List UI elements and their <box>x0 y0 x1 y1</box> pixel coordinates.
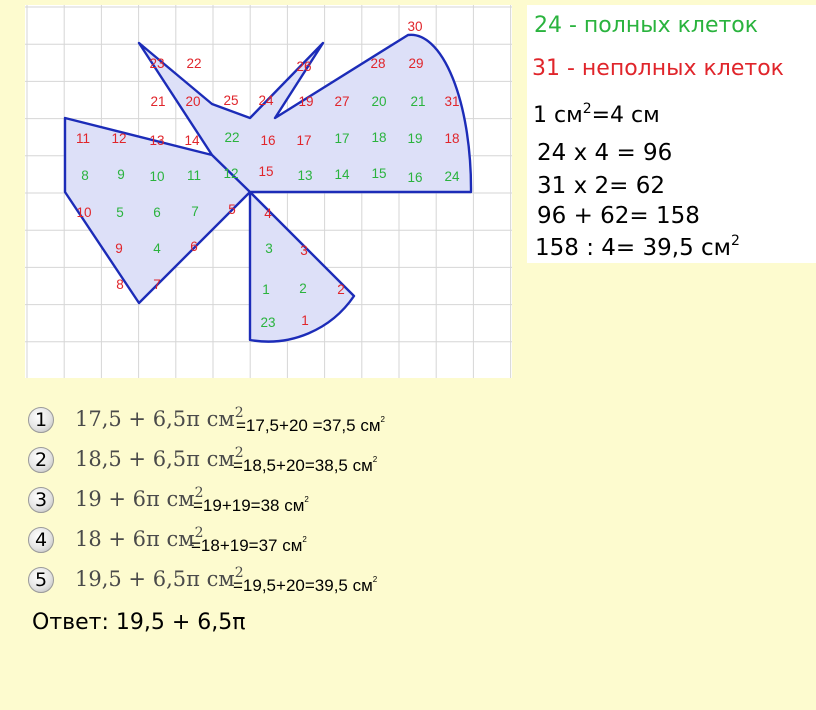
cell-number-label: 2 <box>299 281 307 296</box>
cell-number-label: 4 <box>153 241 161 256</box>
unit-base: 1 см <box>533 103 583 128</box>
cell-number-label: 3 <box>265 241 273 256</box>
calc-line-full: 24 x 4 = 96 <box>537 140 673 166</box>
calc-line-sum: 96 + 62= 158 <box>537 203 700 229</box>
cell-number-label: 19 <box>298 94 313 109</box>
calc-line-result: 158 : 4= 39,5 см2 <box>535 233 740 261</box>
cell-number-label: 1 <box>301 313 309 328</box>
grid-figure: 3023 22 26 28 2921 20 25 24 19 27 20 21 3111 12 13 14 22… <box>25 5 512 378</box>
option-result: =18+19=37 см2 <box>191 535 307 555</box>
cell-number-label: 14 <box>334 167 350 182</box>
cell-number-label: 17 <box>296 133 311 148</box>
unit-conversion: 1 см2=4 см <box>533 101 660 128</box>
option-number-badge: 2 <box>28 447 54 473</box>
cell-number-label: 22 <box>186 56 201 71</box>
cell-number-label: 18 <box>371 130 386 145</box>
cell-number-label: 24 <box>258 93 274 108</box>
option-result: =17,5+20 =37,5 см2 <box>236 415 385 435</box>
cell-number-label: 19 <box>407 131 422 146</box>
option-formula: 18,5 + 6,5π см2 <box>75 445 244 471</box>
cell-number-label: 23 <box>149 56 164 71</box>
cell-number-label: 8 <box>116 277 124 292</box>
cell-number-label: 28 <box>370 56 385 71</box>
cell-number-label: 13 <box>149 133 164 148</box>
cell-number-label: 6 <box>190 239 198 254</box>
cell-number-label: 31 <box>444 94 459 109</box>
cell-number-label: 17 <box>334 131 349 146</box>
partial-cells-count: 31 - неполных клеток <box>532 56 784 81</box>
cell-number-label: 14 <box>184 133 200 148</box>
calc-line-partial: 31 x 2= 62 <box>537 173 665 199</box>
cell-number-label: 21 <box>410 94 425 109</box>
cell-number-label: 12 <box>223 166 238 181</box>
cell-number-label: 10 <box>149 169 164 184</box>
full-cells-count: 24 - полных клеток <box>534 13 759 38</box>
cell-number-label: 9 <box>115 241 123 256</box>
cell-number-label: 20 <box>371 94 386 109</box>
cell-number-label: 29 <box>408 56 423 71</box>
cell-number-label: 27 <box>334 94 349 109</box>
option-formula: 19 + 6π см2 <box>75 485 204 511</box>
option-formula: 18 + 6π см2 <box>75 525 204 551</box>
cell-number-label: 5 <box>228 202 236 217</box>
unit-exponent: 2 <box>582 101 592 117</box>
cell-number-label: 2 <box>337 282 345 297</box>
option-number-badge: 4 <box>28 527 54 553</box>
option-formula: 17,5 + 6,5π см2 <box>75 405 244 431</box>
result-exponent: 2 <box>731 233 740 249</box>
final-answer: Ответ: 19,5 + 6,5π <box>32 610 246 635</box>
option-formula: 19,5 + 6,5π см2 <box>75 565 244 591</box>
cell-number-label: 7 <box>153 277 161 292</box>
cell-number-label: 6 <box>153 205 161 220</box>
cell-number-label: 12 <box>111 131 126 146</box>
cell-number-label: 13 <box>297 168 312 183</box>
unit-rest: =4 см <box>591 103 660 128</box>
cell-number-label: 7 <box>191 204 199 219</box>
cell-number-label: 11 <box>187 168 201 183</box>
cell-number-label: 21 <box>150 94 165 109</box>
cell-number-label: 1 <box>262 282 270 297</box>
cell-number-label: 8 <box>81 168 89 183</box>
cell-number-label: 24 <box>444 169 460 184</box>
cell-number-label: 3 <box>300 243 308 258</box>
cell-number-label: 10 <box>76 205 91 220</box>
cell-number-label: 30 <box>407 19 422 34</box>
cell-number-label: 16 <box>407 170 422 185</box>
cell-number-label: 11 <box>76 131 90 146</box>
option-number-badge: 5 <box>28 567 54 593</box>
cell-number-label: 20 <box>185 94 200 109</box>
option-number-badge: 3 <box>28 487 54 513</box>
cell-number-label: 9 <box>117 167 125 182</box>
cell-number-label: 15 <box>258 164 273 179</box>
cell-number-label: 22 <box>224 130 239 145</box>
result-base: 158 : 4= 39,5 см <box>535 235 732 261</box>
calculation-panel: 24 - полных клеток 31 - неполных клеток … <box>527 5 816 263</box>
cell-number-label: 25 <box>223 93 238 108</box>
option-result: =19+19=38 см2 <box>193 495 309 515</box>
option-number-badge: 1 <box>28 407 54 433</box>
cell-number-label: 4 <box>264 206 272 221</box>
cell-number-label: 26 <box>296 59 311 74</box>
option-result: =18,5+20=38,5 см2 <box>233 455 378 475</box>
option-result: =19,5+20=39,5 см2 <box>233 575 378 595</box>
cell-number-label: 16 <box>260 133 275 148</box>
cell-number-label: 5 <box>116 205 124 220</box>
cell-number-label: 15 <box>371 166 386 181</box>
cell-number-label: 23 <box>260 315 275 330</box>
cell-number-label: 18 <box>444 131 459 146</box>
